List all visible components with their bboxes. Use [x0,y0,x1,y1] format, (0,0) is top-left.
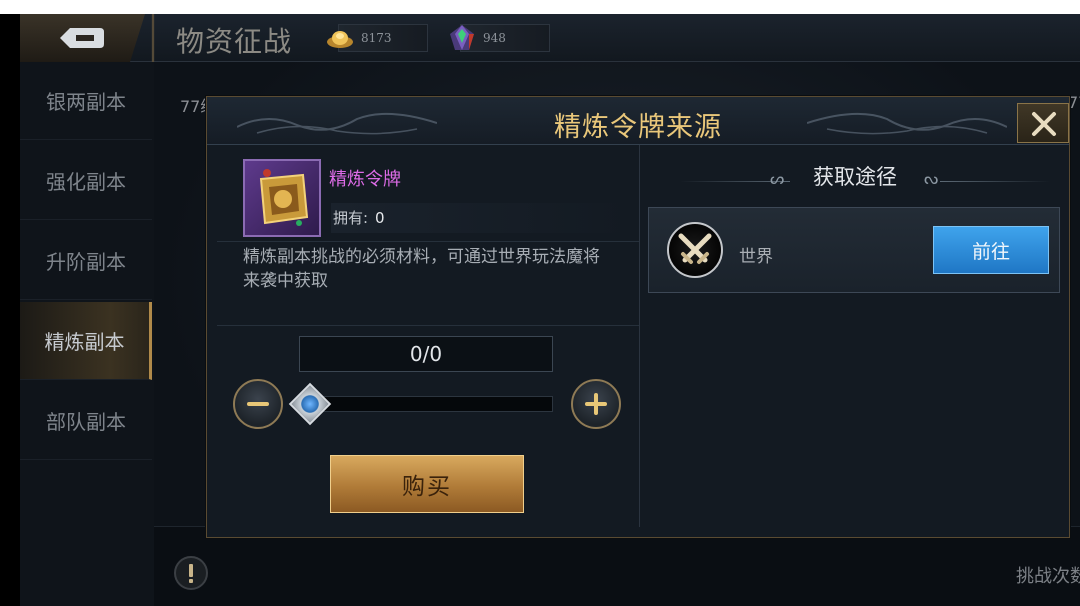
exclamation-glyph [189,564,193,583]
back-button[interactable] [20,14,145,62]
dialog-header: 精炼令牌来源 [207,97,1069,145]
divider [217,325,639,326]
swirl-right-icon: ᔓ [924,169,939,188]
acquire-panel: ᔕ 获取途径 ᔓ 世界 前往 [639,145,1069,527]
sidebar-item-refine[interactable]: 精炼副本 [20,302,152,380]
goto-button[interactable]: 前往 [933,226,1049,274]
gem-resource[interactable]: 948 [450,24,550,52]
goto-label: 前往 [971,240,1010,263]
increase-button[interactable] [571,379,621,429]
exclamation-icon[interactable] [174,556,208,590]
page-title: 物资征战 [176,25,293,58]
source-card-world: 世界 前往 [648,207,1060,293]
title-line-right [940,181,1050,182]
quantity-display: 0/0 [299,336,553,372]
plus-icon-v [594,393,598,415]
top-bar: 物资征战 8173 948 [20,14,1080,62]
sidebar-item-label: 银两副本 [46,90,126,114]
quantity-slider[interactable] [297,396,553,412]
gold-ingot-icon [327,31,353,48]
crossed-swords-glyph [678,233,712,264]
owned-value: 0 [375,209,385,227]
sidebar-item-troop[interactable]: 部队副本 [20,382,152,460]
sidebar-item-silver[interactable]: 银两副本 [20,62,152,140]
source-name: 世界 [739,247,773,267]
owned-row: 拥有: 0 [331,203,631,233]
decrease-button[interactable] [233,379,283,429]
gold-value: 8173 [361,31,392,45]
sidebar-item-enhance[interactable]: 强化副本 [20,142,152,220]
source-dialog: 精炼令牌来源 精炼令牌 拥有: 0 精炼副本挑战的必须材料，可通过世界玩法魔将来… [206,96,1070,538]
buy-label: 购买 [402,474,452,500]
title-divider [138,14,168,62]
gem-value: 948 [483,31,506,45]
slider-handle[interactable] [288,382,332,426]
sidebar-item-label: 升阶副本 [46,250,126,274]
minus-icon [247,402,269,406]
challenge-count-label: 挑战次数 [1016,566,1080,587]
left-edge [0,14,20,606]
item-description: 精炼副本挑战的必须材料，可通过世界玩法魔将来袭中获取 [243,247,600,291]
item-slot[interactable] [243,159,321,237]
gold-resource[interactable]: 8173 [327,24,428,52]
close-icon [1032,112,1056,136]
gem-icon [450,25,474,50]
sidebar-item-label: 精炼副本 [44,330,125,354]
acquire-title: 获取途径 [813,165,897,189]
sidebar-item-upgrade[interactable]: 升阶副本 [20,222,152,300]
bottom-bar [154,526,1080,606]
sidebar-item-label: 强化副本 [46,170,126,194]
refine-token-icon [259,169,309,226]
buy-button[interactable]: 购买 [330,455,524,513]
item-panel: 精炼令牌 拥有: 0 精炼副本挑战的必须材料，可通过世界玩法魔将来袭中获取 0/… [217,145,639,527]
item-name: 精炼令牌 [329,169,401,190]
back-arrow-icon [60,28,104,48]
sidebar-item-label: 部队副本 [46,410,126,434]
owned-label: 拥有: [333,209,369,227]
crossed-swords-icon [667,222,723,278]
sidebar: 银两副本 强化副本 升阶副本 精炼副本 部队副本 [20,62,154,606]
close-button[interactable] [1017,103,1069,143]
divider [217,241,639,242]
dialog-title: 精炼令牌来源 [554,112,722,143]
